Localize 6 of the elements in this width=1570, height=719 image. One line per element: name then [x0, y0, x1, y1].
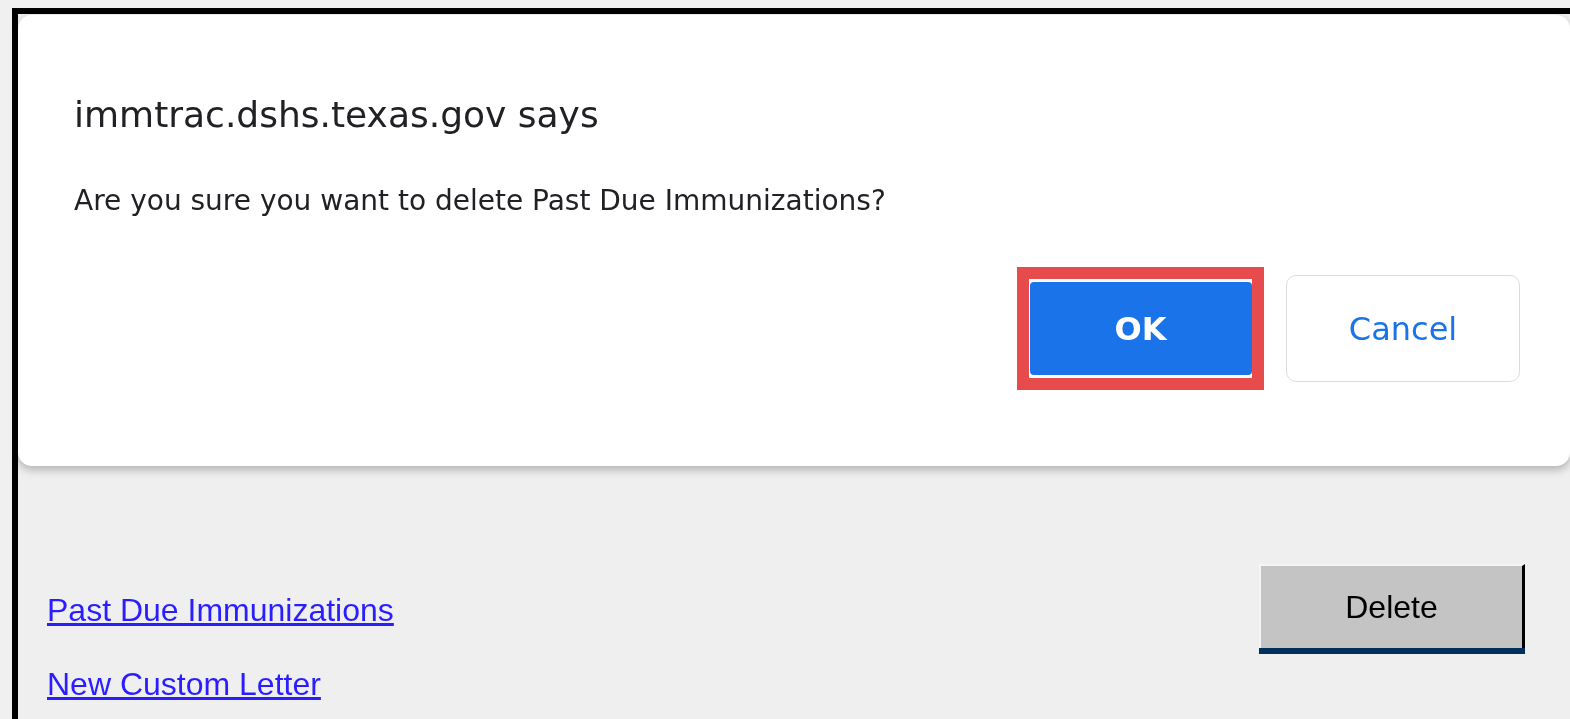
dialog-message: Are you sure you want to delete Past Due Immunizations? — [74, 183, 886, 219]
letter-link[interactable]: Past Due Immunizations — [47, 590, 394, 630]
letter-link[interactable]: New Custom Letter — [47, 664, 321, 704]
dialog-title: immtrac.dshs.texas.gov says — [74, 93, 599, 137]
ok-button[interactable]: OK — [1029, 282, 1252, 375]
cancel-button[interactable]: Cancel — [1286, 275, 1520, 382]
